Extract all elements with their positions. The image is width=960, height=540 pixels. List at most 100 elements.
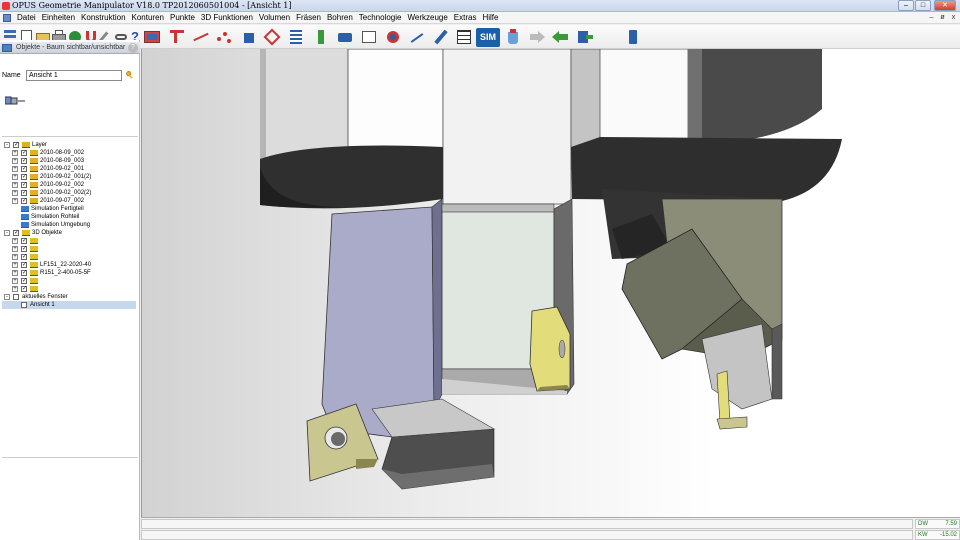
menu-item-technologie[interactable]: Technologie [356, 13, 405, 23]
collapse-icon[interactable]: - [4, 230, 10, 236]
expand-icon[interactable]: + [12, 150, 18, 156]
tree-item[interactable]: +2010-08-09_002 [2, 149, 136, 157]
document-icon[interactable] [3, 14, 11, 22]
tree-item[interactable]: +2010-09-02_001 [2, 165, 136, 173]
expand-icon[interactable]: + [12, 238, 18, 244]
expand-icon[interactable]: + [12, 270, 18, 276]
tree-item[interactable]: + [2, 277, 136, 285]
visibility-checkbox[interactable] [21, 237, 27, 245]
milling-icon[interactable] [287, 28, 305, 46]
menu-item-volumen[interactable]: Volumen [256, 13, 293, 23]
visibility-checkbox[interactable] [13, 229, 19, 237]
points-icon[interactable] [215, 28, 233, 46]
expand-icon[interactable]: + [12, 254, 18, 260]
edit-icon[interactable] [432, 28, 450, 46]
visibility-checkbox[interactable] [21, 253, 27, 261]
mdi-close-button[interactable]: x [949, 13, 958, 22]
transform-icon[interactable] [384, 28, 402, 46]
visibility-checkbox[interactable] [21, 245, 27, 253]
tree-item[interactable]: + LF151_22-2020-40 [2, 261, 136, 269]
tree-item[interactable]: Simulation Umgebung [2, 221, 136, 229]
arrow-back-icon[interactable] [552, 28, 570, 46]
visibility-checkbox[interactable] [21, 157, 27, 165]
expand-icon[interactable]: + [12, 166, 18, 172]
menu-item-punkte[interactable]: Punkte [167, 13, 198, 23]
expand-icon[interactable]: + [12, 198, 18, 204]
visibility-checkbox[interactable] [21, 269, 27, 277]
sim-button[interactable]: SIM [476, 28, 500, 47]
tree-item[interactable]: Ansicht 1 [2, 301, 136, 309]
tool-icon[interactable] [336, 28, 354, 46]
tree-item[interactable]: + R151_2-400-05-5F [2, 269, 136, 277]
menu-item-konstruktion[interactable]: Konstruktion [78, 13, 128, 23]
visibility-checkbox[interactable] [21, 149, 27, 157]
visibility-checkbox[interactable] [21, 165, 27, 173]
export-icon[interactable] [576, 28, 594, 46]
exit-icon[interactable] [624, 28, 642, 46]
menu-item-bohren[interactable]: Bohren [324, 13, 356, 23]
expand-icon[interactable]: + [12, 262, 18, 268]
menu-item-einheiten[interactable]: Einheiten [39, 13, 78, 23]
visibility-checkbox[interactable] [13, 294, 19, 300]
drilling-icon[interactable] [312, 28, 330, 46]
menu-item-werkzeuge[interactable]: Werkzeuge [404, 13, 450, 23]
machine-setup-icon[interactable] [143, 28, 161, 46]
view-filter-icon[interactable] [5, 96, 27, 106]
panel-help-button[interactable]: ? [128, 43, 138, 53]
visibility-checkbox[interactable] [21, 181, 27, 189]
3d-icon[interactable] [240, 28, 258, 46]
menu-item-konturen[interactable]: Konturen [129, 13, 167, 23]
tree-item[interactable]: + [2, 285, 136, 293]
expand-icon[interactable]: + [12, 278, 18, 284]
paint-icon[interactable] [504, 28, 522, 46]
mdi-minimize-button[interactable]: – [927, 13, 936, 22]
nc-code-icon[interactable] [455, 28, 473, 46]
expand-icon[interactable]: + [12, 246, 18, 252]
contour-icon[interactable] [168, 28, 186, 46]
collapse-icon[interactable]: - [4, 294, 10, 300]
visibility-checkbox[interactable] [21, 261, 27, 269]
key-icon[interactable] [126, 71, 135, 80]
expand-icon[interactable]: + [12, 158, 18, 164]
visibility-checkbox[interactable] [13, 141, 19, 149]
tree-item[interactable]: Simulation Fertigteil [2, 205, 136, 213]
collapse-icon[interactable]: - [4, 142, 10, 148]
tree-item[interactable]: - aktuelles Fenster [2, 293, 136, 301]
expand-icon[interactable]: + [12, 286, 18, 292]
visibility-checkbox[interactable] [21, 189, 27, 197]
tree-item[interactable]: + [2, 237, 136, 245]
tree-item[interactable]: - Layer [2, 141, 136, 149]
tree-item[interactable]: +2010-09-02_001(2) [2, 173, 136, 181]
tree-item[interactable]: +2010-09-02_002(2) [2, 189, 136, 197]
3d-viewport[interactable] [141, 49, 960, 517]
tree-item[interactable]: + [2, 245, 136, 253]
menu-item-datei[interactable]: Datei [14, 13, 39, 23]
tree-item[interactable]: + [2, 253, 136, 261]
menu-item-3d-funktionen[interactable]: 3D Funktionen [198, 13, 256, 23]
tree-item[interactable]: +2010-09-02_002 [2, 181, 136, 189]
arrow-right-icon[interactable] [528, 28, 546, 46]
visibility-checkbox[interactable] [21, 302, 27, 308]
technology-icon[interactable] [360, 28, 378, 46]
minimize-button[interactable]: – [898, 0, 914, 11]
name-input[interactable]: Ansicht 1 [26, 70, 122, 81]
visibility-checkbox[interactable] [21, 173, 27, 181]
menu-item-fräsen[interactable]: Fräsen [293, 13, 324, 23]
tree-item[interactable]: Simulation Rohteil [2, 213, 136, 221]
expand-icon[interactable]: + [12, 182, 18, 188]
volume-icon[interactable] [263, 28, 281, 46]
expand-icon[interactable]: + [12, 190, 18, 196]
visibility-checkbox[interactable] [21, 197, 27, 205]
path-icon[interactable] [408, 28, 426, 46]
mdi-restore-button[interactable]: ø [938, 13, 947, 22]
tree-item[interactable]: - 3D Objekte [2, 229, 136, 237]
visibility-checkbox[interactable] [21, 277, 27, 285]
tree-item[interactable]: +2010-09-07_002 [2, 197, 136, 205]
expand-icon[interactable]: + [12, 174, 18, 180]
menu-item-hilfe[interactable]: Hilfe [479, 13, 501, 23]
line-icon[interactable] [192, 28, 210, 46]
menu-item-extras[interactable]: Extras [451, 13, 480, 23]
tree-item[interactable]: +2010-08-09_003 [2, 157, 136, 165]
maximize-button[interactable]: □ [915, 0, 931, 11]
visibility-checkbox[interactable] [21, 285, 27, 293]
